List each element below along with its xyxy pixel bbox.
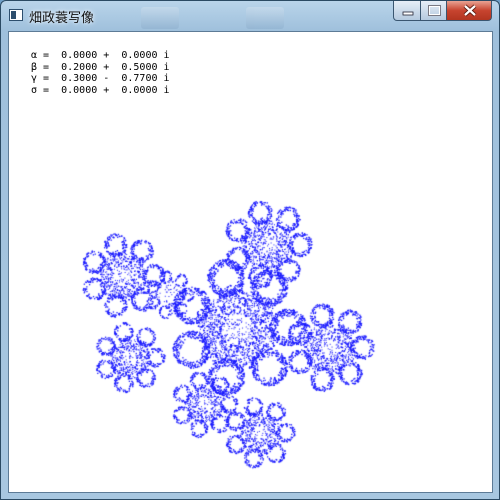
param-imag: 0.0000 — [121, 50, 158, 61]
param-real: 0.0000 — [61, 50, 98, 61]
param-sign: - — [103, 73, 110, 84]
app-window: 畑政蓑写像 α = 0.0000 + 0.0000 i β = 0.2000 +… — [0, 0, 500, 500]
param-unit: i — [163, 73, 170, 84]
param-imag: 0.0000 — [121, 84, 158, 96]
param-real: 0.0000 — [61, 84, 98, 96]
param-real: 0.3000 — [61, 73, 98, 84]
maximize-button[interactable] — [420, 1, 447, 21]
background-taskbar-ghost — [121, 7, 391, 29]
param-symbol: γ — [31, 73, 38, 84]
maximize-icon — [428, 5, 441, 16]
param-real: 0.2000 — [61, 61, 98, 73]
close-button[interactable] — [446, 1, 492, 21]
param-unit: i — [163, 61, 170, 73]
param-unit: i — [163, 50, 170, 61]
param-row-gamma: γ = 0.3000 - 0.7700 i — [31, 73, 170, 84]
drawing-area[interactable]: α = 0.0000 + 0.0000 i β = 0.2000 + 0.500… — [8, 31, 493, 493]
param-sign: + — [103, 50, 110, 61]
window-title: 畑政蓑写像 — [29, 11, 95, 26]
close-icon — [463, 4, 477, 17]
minimize-button[interactable] — [393, 1, 421, 21]
minimize-icon — [402, 11, 414, 16]
param-unit: i — [163, 84, 170, 96]
param-row-sigma: σ = 0.0000 + 0.0000 i — [31, 84, 170, 96]
param-symbol: β — [31, 61, 38, 73]
fractal-canvas — [9, 32, 492, 492]
param-row-beta: β = 0.2000 + 0.5000 i — [31, 61, 170, 73]
param-sign: + — [103, 84, 110, 96]
app-icon[interactable] — [9, 9, 23, 21]
param-sign: + — [103, 61, 110, 73]
param-symbol: α — [31, 50, 38, 61]
param-symbol: σ — [31, 84, 38, 96]
param-row-alpha: α = 0.0000 + 0.0000 i — [31, 50, 170, 61]
param-imag: 0.7700 — [121, 73, 158, 84]
param-imag: 0.5000 — [121, 61, 158, 73]
title-bar[interactable]: 畑政蓑写像 — [1, 1, 499, 31]
parameter-readout: α = 0.0000 + 0.0000 i β = 0.2000 + 0.500… — [31, 50, 170, 96]
